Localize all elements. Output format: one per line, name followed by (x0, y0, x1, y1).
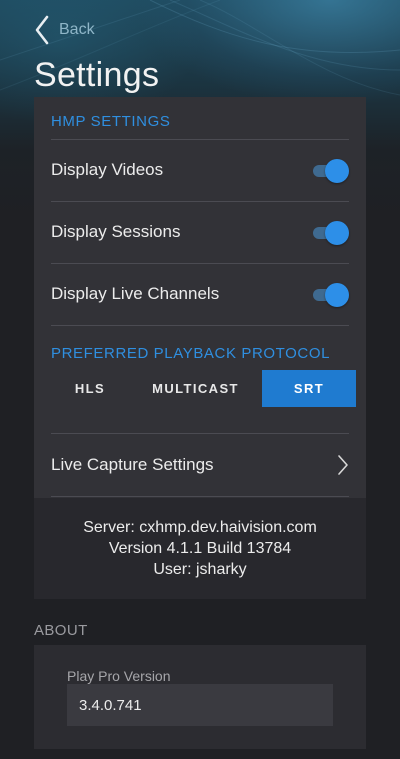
playback-protocol-selector: HLS MULTICAST SRT (51, 370, 356, 407)
protocol-option-multicast[interactable]: MULTICAST (129, 370, 262, 407)
divider (51, 496, 349, 497)
play-pro-version-value: 3.4.0.741 (79, 696, 142, 714)
chevron-left-icon (35, 15, 49, 45)
divider (51, 325, 349, 326)
live-capture-settings-row[interactable]: Live Capture Settings (51, 435, 349, 495)
display-videos-row: Display Videos (51, 140, 349, 200)
server-info-panel: Server: cxhmp.dev.haivision.com Version … (34, 498, 366, 599)
protocol-option-hls[interactable]: HLS (51, 370, 129, 407)
chevron-right-icon (338, 455, 348, 475)
toggle-knob (325, 221, 349, 245)
display-sessions-row: Display Sessions (51, 202, 349, 262)
hmp-settings-panel: HMP SETTINGS Display Videos Display Sess… (34, 97, 366, 498)
divider (51, 433, 349, 434)
display-videos-toggle[interactable] (311, 159, 349, 183)
display-live-channels-label: Display Live Channels (51, 284, 220, 303)
about-panel: Play Pro Version 3.4.0.741 (34, 645, 366, 749)
playback-protocol-section-label: PREFERRED PLAYBACK PROTOCOL (51, 345, 331, 362)
display-sessions-toggle[interactable] (311, 221, 349, 245)
play-pro-version-label: Play Pro Version (67, 668, 171, 684)
back-button[interactable]: Back (34, 14, 95, 46)
about-section-label: ABOUT (34, 622, 88, 639)
play-pro-version-field: 3.4.0.741 (67, 684, 333, 726)
display-live-channels-row: Display Live Channels (51, 264, 349, 324)
page-title: Settings (34, 56, 160, 94)
toggle-knob (325, 283, 349, 307)
display-live-channels-toggle[interactable] (311, 283, 349, 307)
toggle-knob (325, 159, 349, 183)
server-user: User: jsharky (153, 561, 247, 578)
display-videos-label: Display Videos (51, 160, 164, 179)
display-sessions-label: Display Sessions (51, 222, 181, 241)
back-label: Back (59, 21, 95, 38)
server-version: Version 4.1.1 Build 13784 (108, 540, 292, 557)
server-address: Server: cxhmp.dev.haivision.com (83, 519, 317, 536)
live-capture-settings-label: Live Capture Settings (51, 455, 214, 474)
protocol-option-srt[interactable]: SRT (262, 370, 356, 407)
hmp-settings-section-label: HMP SETTINGS (51, 113, 171, 130)
